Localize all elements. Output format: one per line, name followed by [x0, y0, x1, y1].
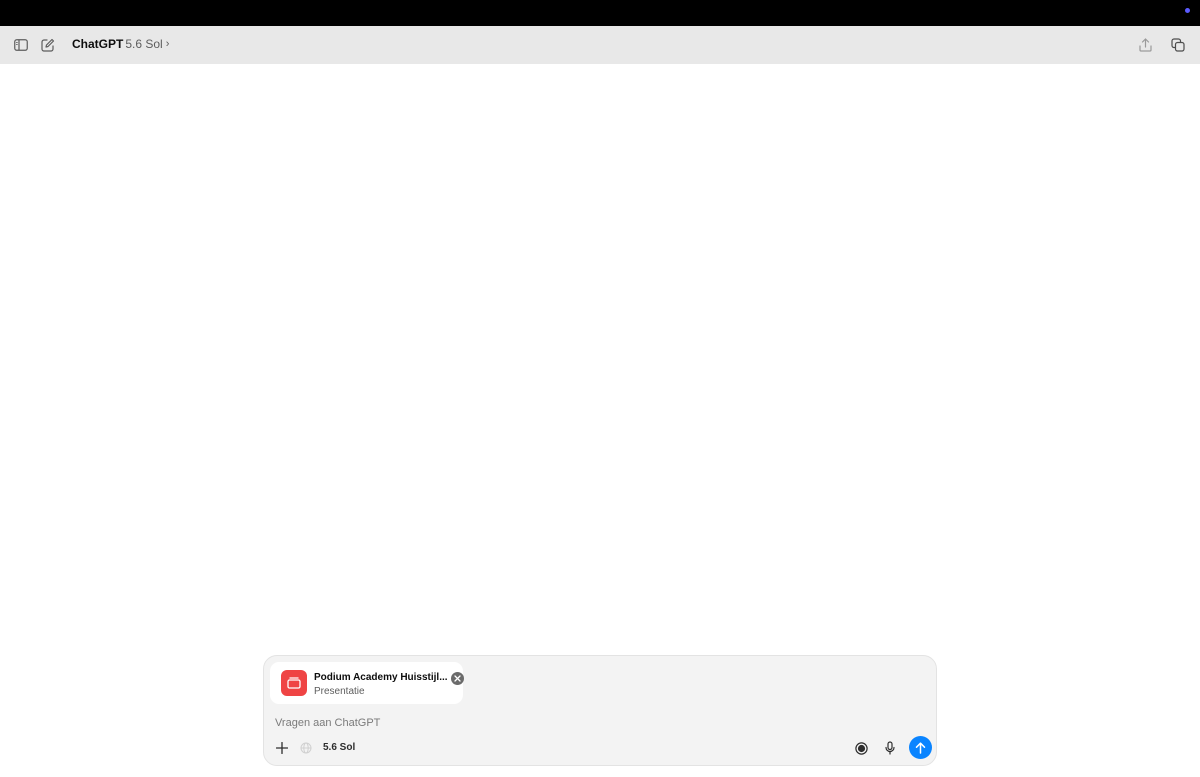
attachment-type: Presentatie	[314, 686, 365, 697]
microphone-icon[interactable]	[880, 738, 900, 758]
sidebar-toggle-icon[interactable]	[11, 35, 31, 55]
model-version-label: 5.6 Sol	[125, 37, 163, 51]
share-icon[interactable]	[1135, 35, 1155, 55]
new-chat-icon[interactable]	[38, 35, 58, 55]
attachment-name: Podium Academy Huisstijl...	[314, 672, 448, 683]
attachment-card[interactable]: Podium Academy Huisstijl... Presentatie	[270, 662, 464, 704]
message-composer: Podium Academy Huisstijl... Presentatie …	[263, 655, 937, 766]
send-button[interactable]	[909, 736, 932, 759]
app-toolbar: ChatGPT 5.6 Sol ›	[0, 26, 1200, 64]
remove-attachment-icon[interactable]	[451, 672, 464, 685]
chevron-right-icon: ›	[165, 38, 170, 50]
copy-icon[interactable]	[1168, 35, 1188, 55]
model-chip[interactable]: 5.6 Sol	[323, 742, 355, 753]
system-status-bar	[0, 0, 1200, 26]
voice-mode-icon[interactable]	[851, 738, 871, 758]
app-title: ChatGPT	[72, 37, 124, 51]
prompt-input[interactable]	[275, 715, 915, 731]
plus-icon[interactable]	[272, 738, 292, 758]
presentation-icon	[281, 670, 307, 696]
model-selector[interactable]: ChatGPT 5.6 Sol ›	[72, 37, 169, 51]
status-indicator-dot	[1185, 8, 1190, 13]
globe-icon[interactable]	[296, 738, 316, 758]
send-icon	[915, 741, 926, 754]
